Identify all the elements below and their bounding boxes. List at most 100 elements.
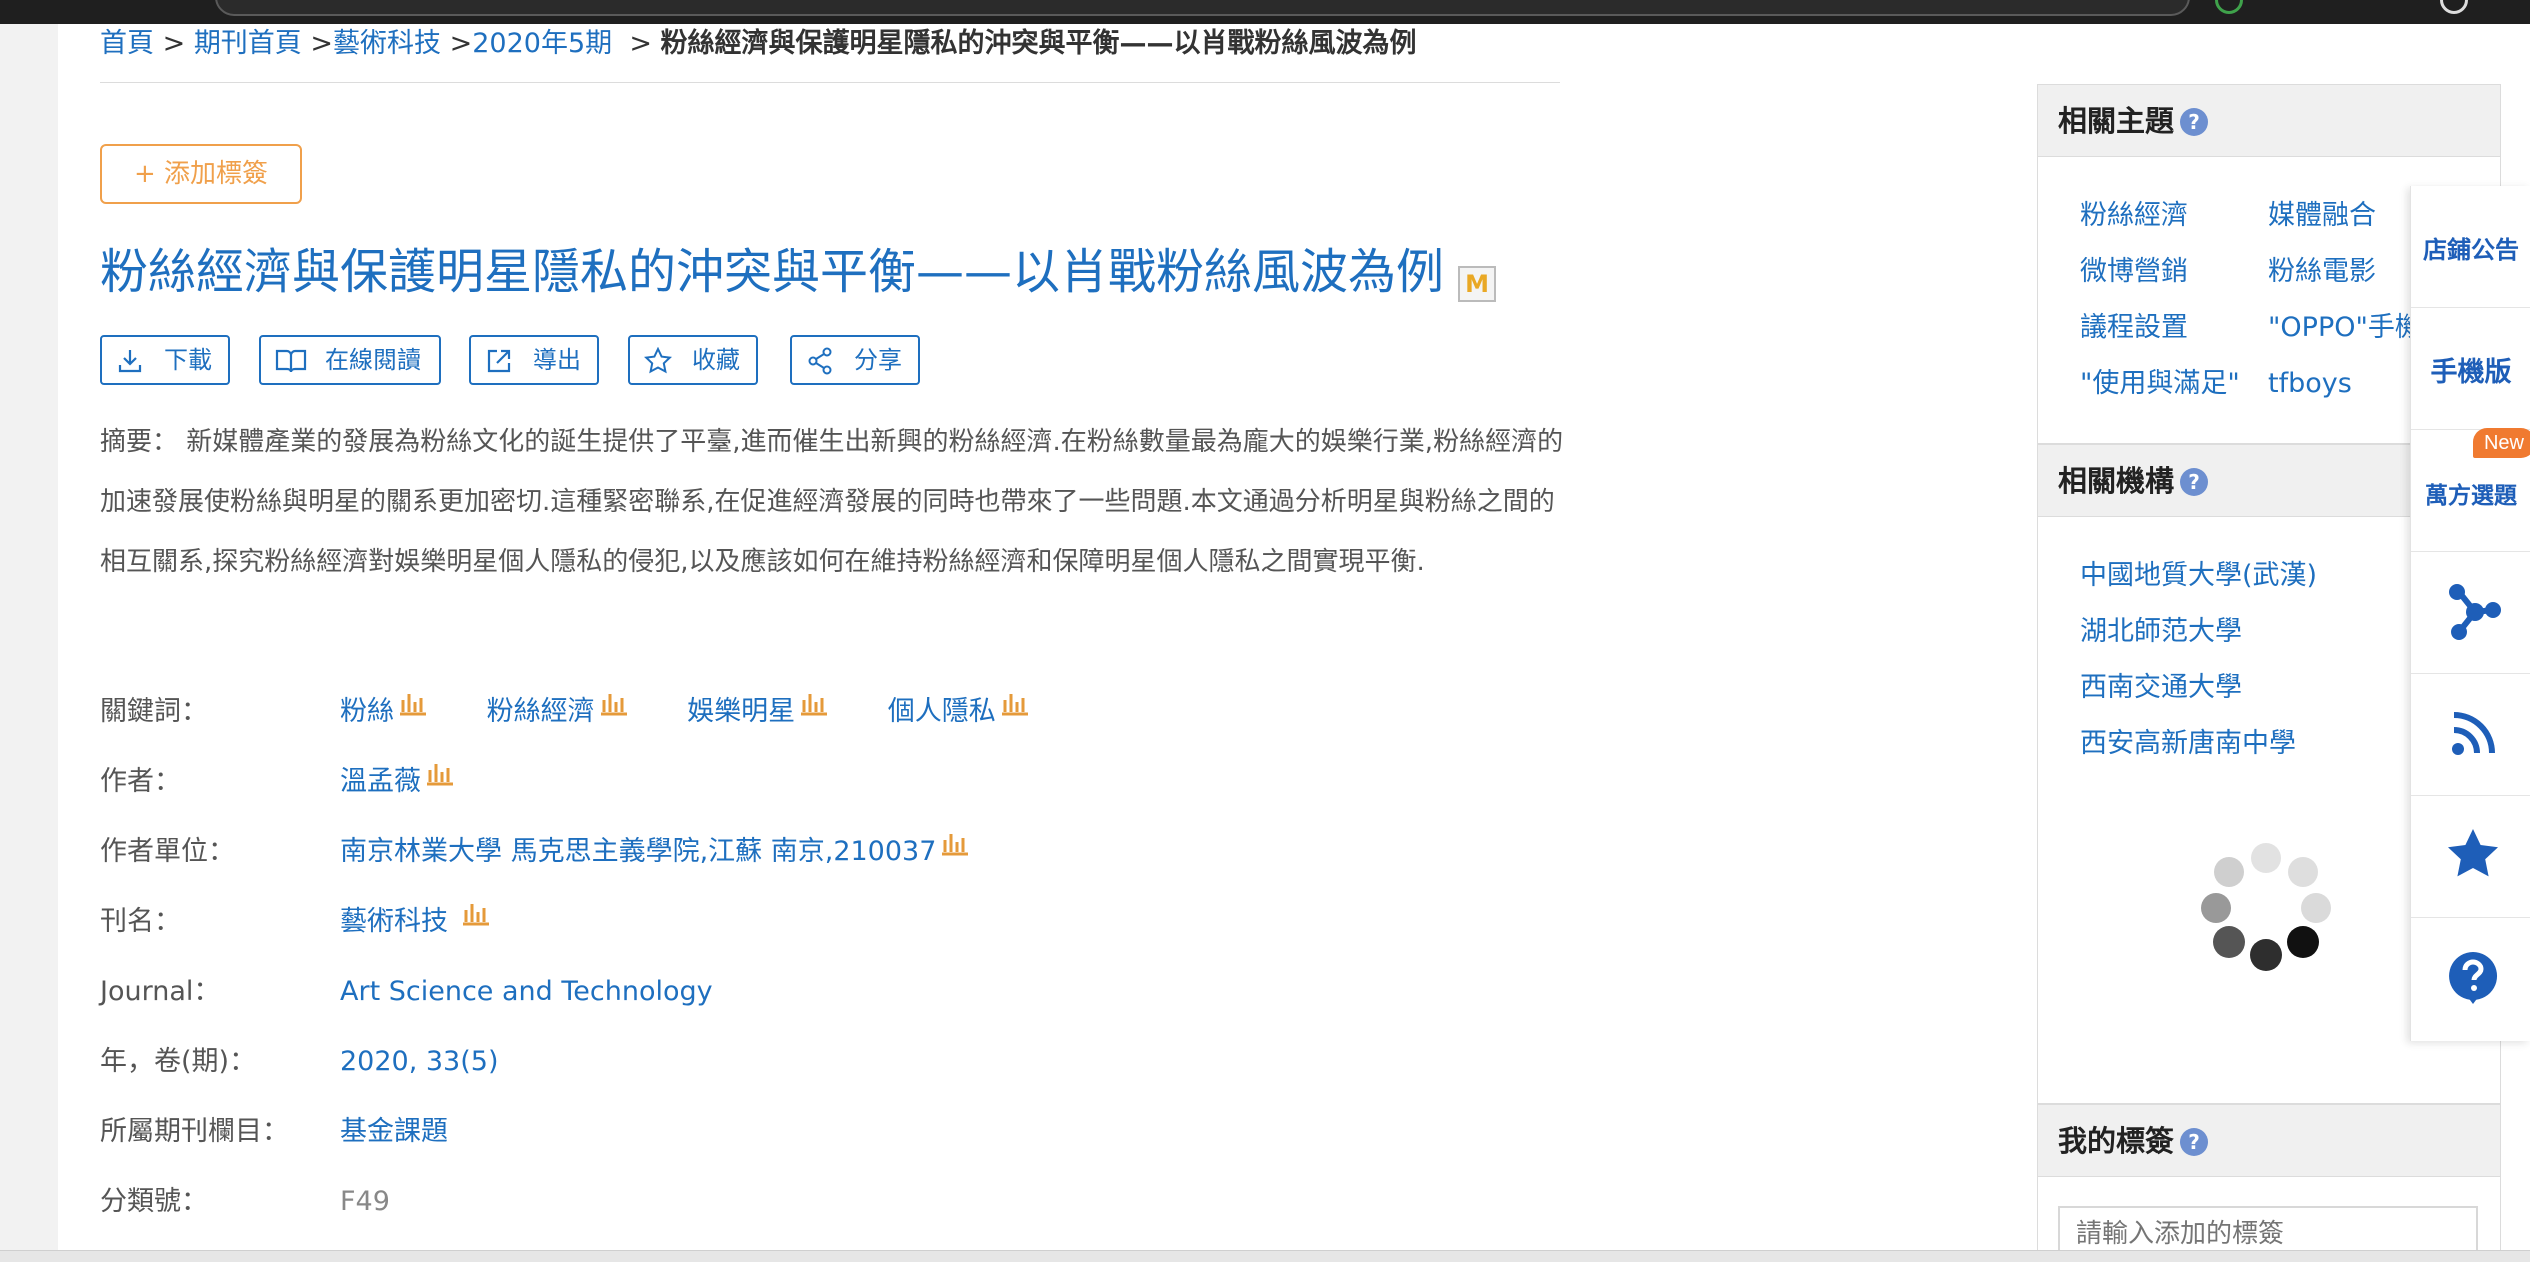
download-icon xyxy=(118,350,142,373)
breadcrumb-journal[interactable]: 藝術科技 xyxy=(333,28,441,59)
breadcrumb-divider xyxy=(100,82,1560,83)
article-title-text[interactable]: 粉絲經濟與保護明星隱私的沖突與平衡——以肖戰粉絲風波為例 xyxy=(100,244,1444,300)
star-icon xyxy=(644,347,672,374)
horizontal-scrollbar[interactable] xyxy=(0,1250,2530,1262)
abstract-text: 新媒體產業的發展為粉絲文化的誕生提供了平臺,進而催生出新興的粉絲經濟.在粉絲數量… xyxy=(100,427,1564,577)
related-orgs-title: 相關機構 xyxy=(2058,464,2175,498)
abstract: 摘要： 新媒體產業的發展為粉絲文化的誕生提供了平臺,進而催生出新興的粉絲經濟.在… xyxy=(100,412,1565,592)
bar-chart-icon[interactable] xyxy=(461,902,491,926)
export-button[interactable]: 導出 xyxy=(469,335,599,385)
class-value: F49 xyxy=(340,1186,390,1217)
topic-link[interactable]: 粉絲經濟 xyxy=(2080,196,2188,236)
abstract-label: 摘要： xyxy=(100,427,179,457)
breadcrumb-separator: > xyxy=(449,28,473,59)
keywords-label: 關鍵詞： xyxy=(100,696,208,727)
export-label: 導出 xyxy=(533,346,581,374)
help-icon[interactable]: ? xyxy=(2180,1128,2209,1156)
article-title: 粉絲經濟與保護明星隱私的沖突與平衡——以肖戰粉絲風波為例 M xyxy=(100,232,1497,312)
help-button[interactable] xyxy=(2411,918,2530,1040)
read-online-button[interactable]: 在線閱讀 xyxy=(259,335,441,385)
store-notice-button[interactable]: 店鋪公告 xyxy=(2411,186,2530,308)
keywords-list: 粉絲 粉絲經濟 娛樂明星 個人隱私 xyxy=(340,690,1080,734)
topic-link[interactable]: 媒體融合 xyxy=(2268,196,2376,236)
author-label: 作者： xyxy=(100,766,181,797)
breadcrumb-separator: > xyxy=(162,28,186,59)
journal-en-link[interactable]: Art Science and Technology xyxy=(340,970,713,1014)
related-topics-header: 相關主題? xyxy=(2038,85,2500,157)
breadcrumb-issue[interactable]: 2020年5期 xyxy=(472,28,612,59)
related-topics-title: 相關主題 xyxy=(2058,104,2175,138)
m-badge-icon[interactable]: M xyxy=(1458,266,1497,302)
breadcrumb-separator: > xyxy=(310,28,334,59)
network-graph-button[interactable] xyxy=(2411,552,2530,674)
browser-chrome xyxy=(0,0,2530,24)
star-icon xyxy=(2448,829,2498,877)
profile-icon[interactable] xyxy=(2440,0,2468,14)
add-tag-button[interactable]: + 添加標簽 xyxy=(100,144,302,204)
loading-spinner-icon xyxy=(2201,843,2331,971)
bar-chart-icon[interactable] xyxy=(1000,692,1030,716)
keyword-link[interactable]: 粉絲 xyxy=(340,690,428,734)
extension-icon[interactable] xyxy=(2215,0,2243,14)
download-button[interactable]: 下載 xyxy=(100,335,230,385)
breadcrumb-separator: > xyxy=(629,28,652,59)
bar-chart-icon[interactable] xyxy=(799,692,829,716)
year-label: 年，卷(期)： xyxy=(100,1046,257,1077)
bar-chart-icon[interactable] xyxy=(425,762,455,786)
favorite-button[interactable]: 收藏 xyxy=(628,335,758,385)
new-badge: New xyxy=(2473,428,2530,458)
book-icon xyxy=(275,349,307,373)
journal-link[interactable]: 藝術科技 xyxy=(340,900,491,944)
favorite-star-button[interactable] xyxy=(2411,796,2530,918)
floating-toolbar: 店鋪公告 手機版 New 萬方選題 xyxy=(2410,186,2530,1041)
bar-chart-icon[interactable] xyxy=(940,832,970,856)
export-icon xyxy=(487,349,511,373)
read-online-label: 在線閱讀 xyxy=(325,346,421,374)
keyword-link[interactable]: 粉絲經濟 xyxy=(487,690,629,734)
class-label: 分類號： xyxy=(100,1186,208,1217)
mobile-version-label: 手機版 xyxy=(2430,357,2512,388)
help-icon[interactable]: ? xyxy=(2180,108,2209,136)
help-icon[interactable]: ? xyxy=(2180,468,2209,496)
breadcrumb-current: 粉絲經濟與保護明星隱私的沖突與平衡——以肖戰粉絲風波為例 xyxy=(660,28,1417,59)
rss-button[interactable] xyxy=(2411,674,2530,796)
topic-link[interactable]: tfboys xyxy=(2268,364,2352,404)
store-notice-label: 店鋪公告 xyxy=(2423,236,2519,264)
share-button[interactable]: 分享 xyxy=(790,335,920,385)
bar-chart-icon[interactable] xyxy=(398,692,428,716)
breadcrumb-journals-home[interactable]: 期刊首頁 xyxy=(194,28,302,59)
topic-link[interactable]: "使用與滿足" xyxy=(2080,364,2240,404)
keyword-link[interactable]: 娛樂明星 xyxy=(687,690,829,734)
topic-link[interactable]: "OPPO"手機 xyxy=(2268,308,2422,348)
author-link[interactable]: 溫孟薇 xyxy=(340,760,455,804)
rss-icon xyxy=(2452,712,2495,755)
share-icon xyxy=(808,347,832,375)
favorite-label: 收藏 xyxy=(692,346,740,374)
journal-en-label: Journal： xyxy=(100,976,221,1007)
topic-link[interactable]: 粉絲電影 xyxy=(2268,252,2376,292)
mobile-version-button[interactable]: 手機版 xyxy=(2411,308,2530,430)
topic-link[interactable]: 議程設置 xyxy=(2080,308,2188,348)
address-bar[interactable] xyxy=(215,0,2190,16)
column-link[interactable]: 基金課題 xyxy=(340,1110,448,1154)
breadcrumb: 首頁 > 期刊首頁 >藝術科技 >2020年5期 > 粉絲經濟與保護明星隱私的沖… xyxy=(100,24,1417,64)
org-link[interactable]: 湖北師范大學 xyxy=(2080,612,2242,652)
affiliation-link[interactable]: 南京林業大學 馬克思主義學院,江蘇 南京,210037 xyxy=(340,830,970,874)
breadcrumb-home[interactable]: 首頁 xyxy=(100,28,154,59)
org-link[interactable]: 西南交通大學 xyxy=(2080,668,2242,708)
affiliation-label: 作者單位： xyxy=(100,836,235,867)
org-link[interactable]: 西安高新唐南中學 xyxy=(2080,724,2296,764)
download-label: 下載 xyxy=(164,346,212,374)
keyword-link[interactable]: 個人隱私 xyxy=(888,690,1030,734)
share-label: 分享 xyxy=(854,346,902,374)
bar-chart-icon[interactable] xyxy=(599,692,629,716)
topic-select-button[interactable]: New 萬方選題 xyxy=(2411,428,2530,552)
column-label: 所屬期刊欄目： xyxy=(100,1116,289,1147)
network-graph-icon xyxy=(2449,584,2501,640)
year-link[interactable]: 2020, 33(5) xyxy=(340,1040,498,1084)
topic-select-label: 萬方選題 xyxy=(2425,483,2517,509)
org-link[interactable]: 中國地質大學(武漢) xyxy=(2080,556,2317,596)
topic-link[interactable]: 微博營銷 xyxy=(2080,252,2188,292)
my-tags-title: 我的標簽 xyxy=(2058,1124,2175,1158)
help-icon xyxy=(2449,952,2498,1004)
